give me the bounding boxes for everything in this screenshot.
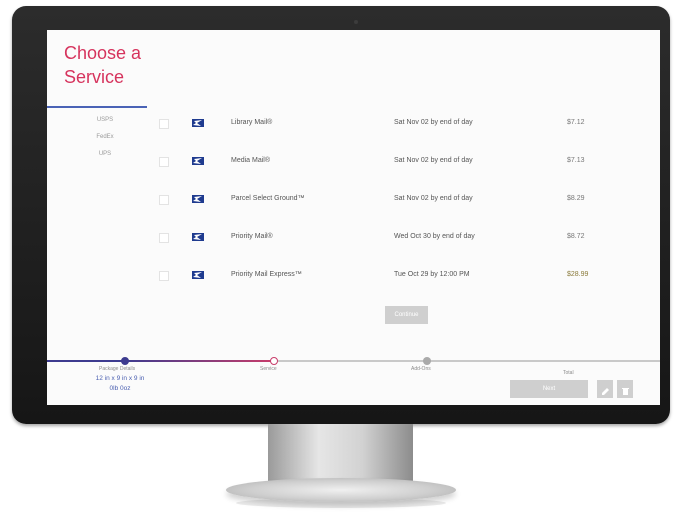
service-row[interactable]: Priority Mail Express™ Tue Oct 29 by 12:… [157, 268, 652, 306]
step-label-add-ons: Add-Ons [411, 366, 431, 372]
service-price: $7.12 [567, 119, 585, 126]
package-dimensions: 12 in x 9 in x 9 in [95, 375, 145, 382]
service-price: $28.99 [567, 271, 589, 278]
continue-button[interactable]: Continue [385, 306, 428, 324]
step-label-service: Service [260, 366, 277, 372]
pencil-icon [601, 387, 609, 395]
progress-segment-complete [47, 360, 125, 362]
monitor-bezel: Choose a Service USPS FedEx UPS Library … [12, 6, 670, 424]
carrier-item-fedex[interactable]: FedEx [65, 133, 145, 142]
progress-segment-active [125, 360, 274, 362]
monitor-stand-base [226, 478, 456, 502]
step-dot-service[interactable] [270, 357, 278, 365]
step-dot-add-ons[interactable] [423, 357, 431, 365]
service-price: $8.72 [567, 233, 585, 240]
package-weight: 0lb 0oz [109, 385, 131, 392]
delete-button[interactable] [617, 380, 633, 398]
step-label-package: Package Details [99, 366, 136, 372]
page-title: Choose a Service [64, 41, 141, 89]
carrier-item-usps[interactable]: USPS [65, 116, 145, 125]
service-price: $8.29 [567, 195, 585, 202]
service-name: Parcel Select Ground™ [231, 195, 305, 202]
delivery-date: Sat Nov 02 by end of day [394, 195, 473, 202]
usps-eagle-icon [192, 157, 204, 165]
step-dot-package[interactable] [121, 357, 129, 365]
service-checkbox[interactable] [159, 271, 169, 281]
delivery-date: Sat Nov 02 by end of day [394, 157, 473, 164]
usps-eagle-icon [192, 119, 204, 127]
service-name: Media Mail® [231, 157, 271, 164]
carrier-list: USPS FedEx UPS [65, 116, 145, 173]
progress-segment-pending [274, 360, 660, 362]
monitor-stand-neck [268, 424, 413, 486]
delivery-date: Wed Oct 30 by end of day [394, 233, 475, 240]
service-name: Library Mail® [231, 119, 273, 126]
trash-icon [621, 387, 629, 395]
progress-track [47, 357, 660, 365]
service-checkbox[interactable] [159, 195, 169, 205]
page-title-line1: Choose a [64, 43, 142, 63]
delivery-date: Sat Nov 02 by end of day [394, 119, 473, 126]
page-title-line2: Service [64, 67, 125, 87]
service-row[interactable]: Priority Mail® Wed Oct 30 by end of day … [157, 230, 652, 268]
service-row[interactable]: Library Mail® Sat Nov 02 by end of day $… [157, 116, 652, 154]
service-list: Library Mail® Sat Nov 02 by end of day $… [157, 116, 652, 306]
service-name: Priority Mail® [231, 233, 273, 240]
usps-eagle-icon [192, 233, 204, 241]
service-checkbox[interactable] [159, 233, 169, 243]
service-price: $7.13 [567, 157, 585, 164]
edit-button[interactable] [597, 380, 613, 398]
next-button[interactable]: Next [510, 380, 588, 398]
carrier-tab-underline [47, 106, 147, 108]
total-label: Total [563, 370, 574, 376]
carrier-item-ups[interactable]: UPS [65, 150, 145, 159]
service-checkbox[interactable] [159, 157, 169, 167]
delivery-date: Tue Oct 29 by 12:00 PM [394, 271, 470, 278]
service-checkbox[interactable] [159, 119, 169, 129]
app-screen: Choose a Service USPS FedEx UPS Library … [47, 30, 660, 405]
usps-eagle-icon [192, 271, 204, 279]
service-row[interactable]: Media Mail® Sat Nov 02 by end of day $7.… [157, 154, 652, 192]
usps-eagle-icon [192, 195, 204, 203]
service-row[interactable]: Parcel Select Ground™ Sat Nov 02 by end … [157, 192, 652, 230]
service-name: Priority Mail Express™ [231, 271, 302, 278]
camera-dot [354, 20, 358, 24]
